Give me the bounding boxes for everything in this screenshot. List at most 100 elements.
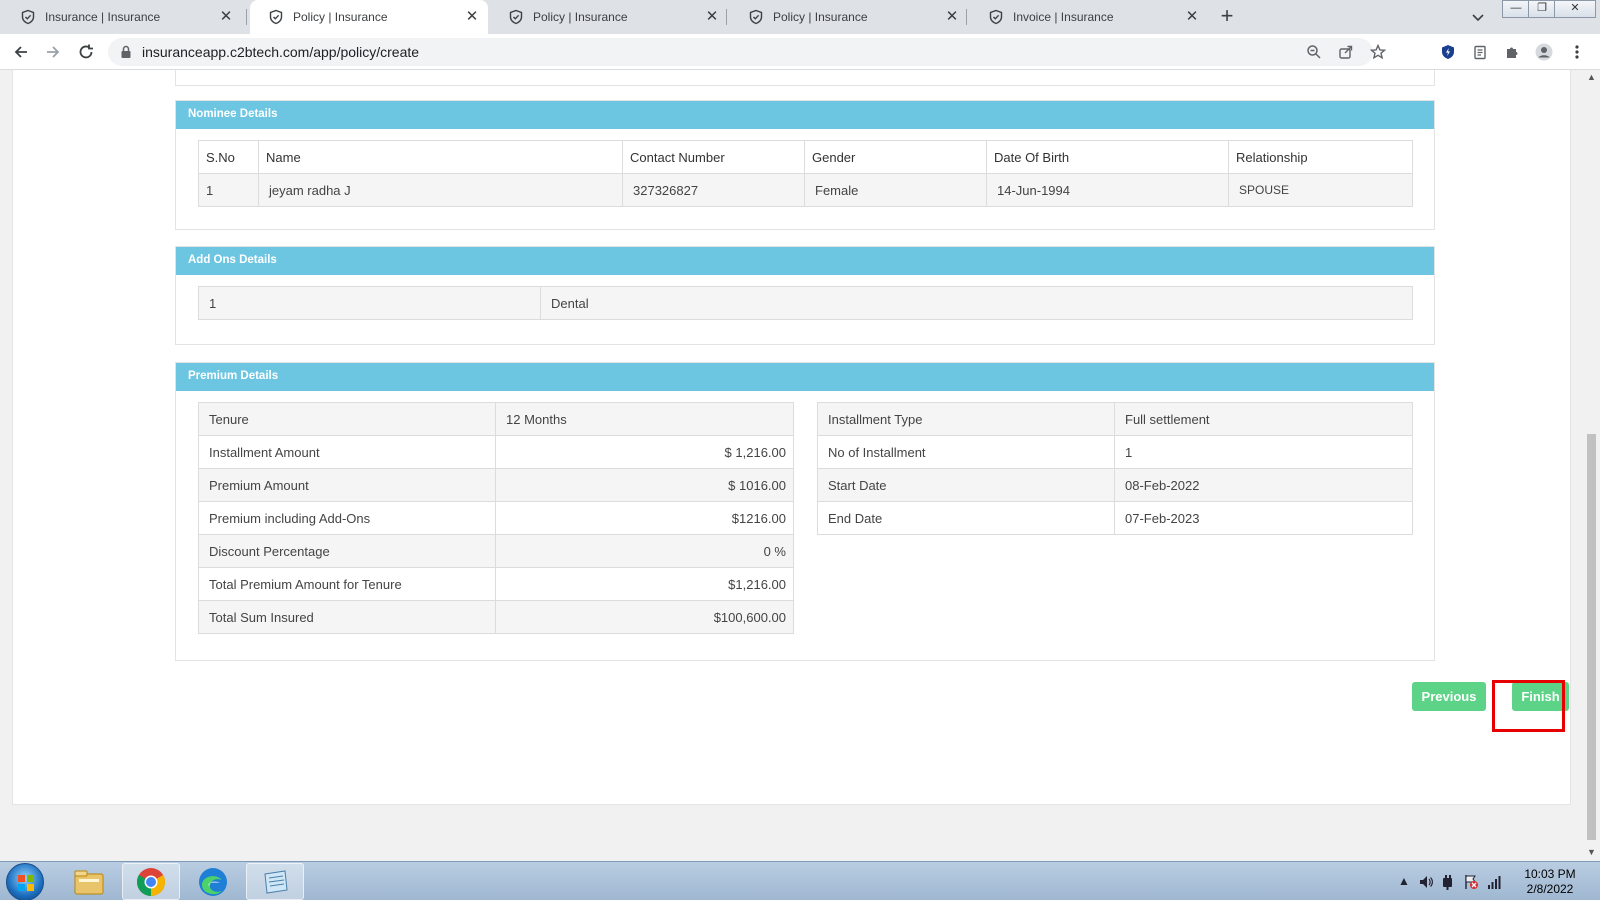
clock-date: 2/8/2022 — [1526, 882, 1574, 896]
browser-tab-2[interactable]: Policy | Insurance ✕ — [250, 0, 488, 34]
network-signal-icon[interactable] — [1487, 874, 1503, 890]
action-center-flag-icon[interactable] — [1463, 874, 1479, 890]
column-header: Relationship — [1228, 140, 1413, 174]
table-row: Premium Amount $ 1016.00 — [198, 468, 794, 502]
section-title: Nominee Details — [176, 101, 1434, 129]
browser-toolbar: insuranceapp.c2btech.com/app/policy/crea… — [0, 34, 1600, 70]
installment-table: Installment Type Full settlement No of In… — [817, 402, 1413, 535]
chevron-down-icon[interactable] — [1470, 9, 1486, 25]
start-button[interactable] — [6, 863, 44, 900]
browser-tab-4[interactable]: Policy | Insurance ✕ — [730, 0, 968, 34]
tab-title: Policy | Insurance — [293, 10, 388, 24]
browser-tab-3[interactable]: Policy | Insurance ✕ — [490, 0, 728, 34]
column-header: S.No — [198, 140, 259, 174]
extension-shield-icon[interactable] — [1439, 43, 1457, 61]
row-value: 0 % — [495, 534, 794, 568]
file-explorer-taskbar-icon[interactable] — [60, 863, 118, 900]
restore-window-button[interactable]: ❐ — [1528, 0, 1556, 18]
windows-taskbar: ▲ 10:03 PM 2/8/2022 — [0, 861, 1600, 900]
table-row: Premium including Add-Ons $1216.00 — [198, 501, 794, 535]
profile-avatar-icon[interactable] — [1535, 43, 1553, 61]
edge-taskbar-icon[interactable] — [184, 863, 242, 900]
browser-tab-bar: Insurance | Insurance ✕ Policy | Insuran… — [0, 0, 1600, 34]
puzzle-icon[interactable] — [1503, 43, 1521, 61]
nominee-dob: 14-Jun-1994 — [986, 173, 1229, 207]
row-label: Installment Type — [817, 402, 1115, 436]
back-button[interactable] — [10, 41, 32, 63]
table-row: 1 jeyam radha J 327326827 Female 14-Jun-… — [198, 173, 1413, 207]
table-header-row: S.No Name Contact Number Gender Date Of … — [198, 140, 1413, 174]
finish-highlight-box — [1492, 680, 1565, 732]
close-icon[interactable]: ✕ — [464, 9, 480, 25]
nominee-sno: 1 — [198, 173, 259, 207]
zoom-icon[interactable] — [1306, 44, 1322, 60]
section-title: Add Ons Details — [176, 247, 1434, 275]
row-label: Premium including Add-Ons — [198, 501, 496, 535]
star-icon[interactable] — [1369, 43, 1387, 60]
row-value: 07-Feb-2023 — [1114, 501, 1413, 535]
system-clock[interactable]: 10:03 PM 2/8/2022 — [1515, 867, 1585, 897]
row-value: $100,600.00 — [495, 600, 794, 634]
table-row: No of Installment 1 — [817, 435, 1413, 469]
table-row: End Date 07-Feb-2023 — [817, 501, 1413, 535]
share-icon[interactable] — [1338, 44, 1354, 60]
clipboard-icon[interactable] — [1471, 43, 1489, 61]
table-row: Total Premium Amount for Tenure $1,216.00 — [198, 567, 794, 601]
clock-time: 10:03 PM — [1524, 867, 1576, 881]
close-icon[interactable]: ✕ — [218, 9, 234, 25]
scroll-down-arrow-icon[interactable]: ▼ — [1587, 847, 1596, 857]
tray-expand-icon[interactable]: ▲ — [1396, 874, 1412, 890]
policy-create-card: Nominee Details S.No Name Contact Number… — [12, 70, 1571, 805]
row-label: Discount Percentage — [198, 534, 496, 568]
close-icon[interactable]: ✕ — [704, 9, 720, 25]
page-scrollbar[interactable]: ▲ ▼ — [1583, 70, 1600, 861]
section-title: Premium Details — [176, 363, 1434, 391]
reload-button[interactable] — [75, 41, 97, 63]
table-row: Start Date 08-Feb-2022 — [817, 468, 1413, 502]
column-header: Name — [258, 140, 623, 174]
volume-icon[interactable] — [1418, 874, 1434, 890]
premium-details-section: Premium Details Tenure 12 Months Installm… — [175, 362, 1435, 661]
arrow-right-icon — [47, 46, 60, 58]
table-row: Discount Percentage 0 % — [198, 534, 794, 568]
address-bar[interactable]: insuranceapp.c2btech.com/app/policy/crea… — [108, 38, 1387, 66]
close-window-button[interactable]: ✕ — [1554, 0, 1596, 18]
row-value: $1,216.00 — [495, 567, 794, 601]
table-row: Total Sum Insured $100,600.00 — [198, 600, 794, 634]
row-label: Total Premium Amount for Tenure — [198, 567, 496, 601]
chrome-taskbar-icon[interactable] — [122, 863, 180, 900]
forward-button[interactable] — [42, 41, 64, 63]
tab-separator — [966, 9, 967, 25]
table-row: Installment Type Full settlement — [817, 402, 1413, 436]
new-tab-button[interactable]: + — [1215, 5, 1239, 29]
browser-tab-1[interactable]: Insurance | Insurance ✕ — [2, 0, 242, 34]
nominee-contact: 327326827 — [622, 173, 805, 207]
addon-name: Dental — [540, 286, 1413, 320]
addons-table: 1 Dental — [198, 286, 1413, 320]
more-menu-icon[interactable] — [1568, 43, 1586, 61]
tab-separator — [246, 9, 247, 25]
addons-details-section: Add Ons Details 1 Dental — [175, 246, 1435, 345]
row-label: End Date — [817, 501, 1115, 535]
shield-icon — [268, 9, 284, 25]
row-value: 12 Months — [495, 402, 794, 436]
row-label: Tenure — [198, 402, 496, 436]
scroll-thumb[interactable] — [1587, 434, 1596, 840]
close-icon[interactable]: ✕ — [1184, 9, 1200, 25]
nominee-details-section: Nominee Details S.No Name Contact Number… — [175, 100, 1435, 230]
shield-icon — [508, 9, 524, 25]
previous-button[interactable]: Previous — [1412, 682, 1486, 711]
scroll-up-arrow-icon[interactable]: ▲ — [1587, 72, 1596, 82]
windows-logo-icon — [18, 875, 34, 891]
reload-icon — [79, 44, 93, 59]
page-viewport: Nominee Details S.No Name Contact Number… — [0, 70, 1583, 861]
notepad-taskbar-icon[interactable] — [246, 863, 304, 900]
nominee-name: jeyam radha J — [258, 173, 623, 207]
url-text: insuranceapp.c2btech.com/app/policy/crea… — [142, 44, 420, 60]
nominee-gender: Female — [804, 173, 987, 207]
row-value: $ 1,216.00 — [495, 435, 794, 469]
power-plug-icon[interactable] — [1440, 874, 1456, 890]
browser-tab-5[interactable]: Invoice | Insurance ✕ — [970, 0, 1208, 34]
close-icon[interactable]: ✕ — [944, 9, 960, 25]
minimize-window-button[interactable]: — — [1502, 0, 1530, 18]
